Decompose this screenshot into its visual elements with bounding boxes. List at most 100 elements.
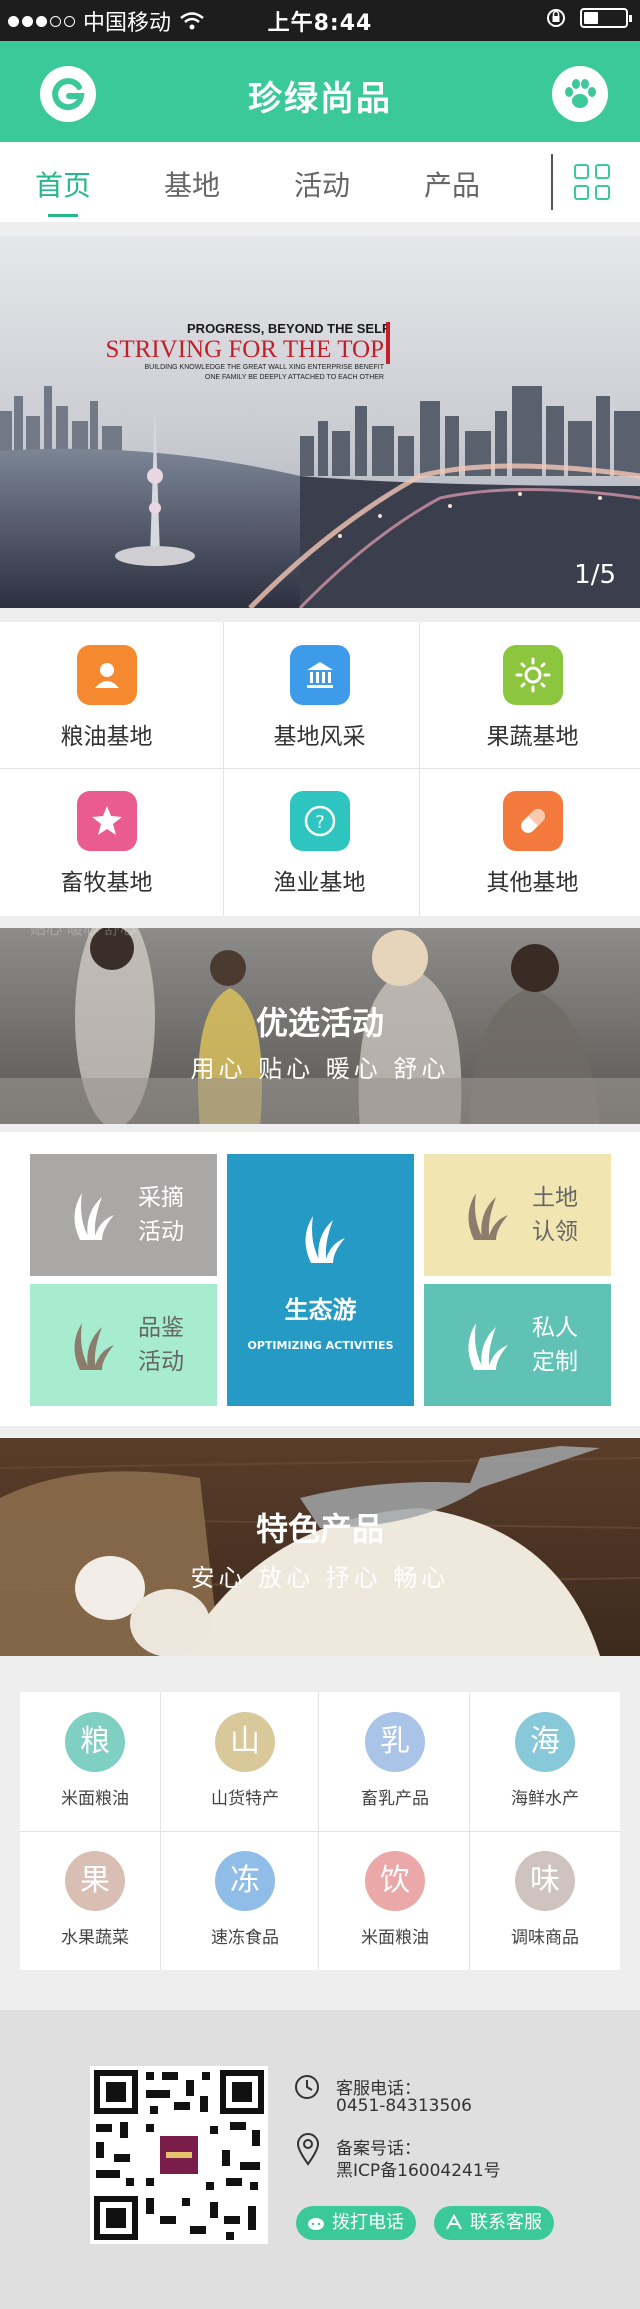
product-seafood[interactable]: 海海鲜水产 — [470, 1692, 620, 1831]
leaf-icon — [74, 1323, 114, 1370]
battery-icon — [580, 8, 632, 28]
paw-button[interactable] — [552, 66, 608, 122]
banner-line4: ONE FAMILY BE DEEPLY ATTACHED TO EACH OT… — [205, 374, 384, 381]
clock-icon — [295, 2075, 319, 2099]
service-button[interactable]: 联系客服 — [434, 2206, 554, 2240]
category-label: 渔业基地 — [273, 870, 366, 896]
qr-code-image — [90, 2066, 268, 2244]
phone-number: 0451-84313506 — [336, 2096, 472, 2116]
product-label: 畜乳产品 — [361, 1789, 429, 1809]
base-category-grid: 粮油基地 基地风采 果蔬基地 畜牧基地 ? 渔业基地 其他基地 — [0, 622, 640, 916]
product-icon: 海 — [515, 1712, 575, 1772]
location-pin-icon — [296, 2133, 320, 2166]
product-label: 调味商品 — [511, 1928, 579, 1948]
product-seasoning[interactable]: 味调味商品 — [470, 1831, 620, 1970]
grid-divider — [0, 768, 640, 769]
activities-subtitle: 用心 贴心 暖心 舒心 — [190, 1055, 450, 1083]
grid-divider — [223, 622, 224, 916]
activity-label-line1: 生态游 — [284, 1296, 357, 1324]
activity-label-line1: 私人 — [532, 1315, 578, 1341]
tab-divider — [551, 154, 553, 210]
product-label: 速冻食品 — [211, 1928, 279, 1948]
grid-divider — [20, 1831, 620, 1832]
category-other[interactable]: 其他基地 — [426, 768, 639, 914]
activity-label-line2: 认领 — [532, 1219, 578, 1245]
category-label: 果蔬基地 — [486, 724, 579, 750]
phone-icon — [308, 2218, 324, 2230]
leaf-icon — [74, 1193, 114, 1240]
products-banner[interactable]: 特色产品 安心 放心 抒心 畅心 — [0, 1438, 640, 1656]
product-label: 海鲜水产 — [511, 1789, 579, 1809]
call-button[interactable]: 拨打电话 — [296, 2206, 416, 2240]
product-category-grid: 粮米面粮油 山山货特产 乳畜乳产品 海海鲜水产 果水果蔬菜 冻速冻食品 饮米面粮… — [20, 1692, 620, 1970]
activity-custom[interactable]: 私人 定制 — [424, 1284, 611, 1406]
activity-label-line2: 定制 — [532, 1349, 578, 1375]
category-base-style[interactable]: 基地风采 — [213, 622, 426, 768]
faint-text: 贴心 暖心 舒心 — [30, 928, 136, 938]
activity-eco-tour[interactable]: 生态游 OPTIMIZING ACTIVITIES — [227, 1154, 414, 1406]
grid-menu-icon[interactable] — [574, 164, 612, 202]
pill-icon — [502, 791, 563, 851]
product-icon: 乳 — [365, 1712, 425, 1772]
activity-label-line1: 采摘 — [138, 1185, 184, 1211]
product-label: 米面粮油 — [361, 1928, 429, 1948]
call-button-label: 拨打电话 — [332, 2212, 404, 2233]
product-dairy[interactable]: 乳畜乳产品 — [320, 1692, 470, 1831]
product-frozen[interactable]: 冻速冻食品 — [170, 1831, 320, 1970]
product-mountain[interactable]: 山山货特产 — [170, 1692, 320, 1831]
product-icon: 味 — [515, 1851, 575, 1911]
activity-land-claim[interactable]: 土地 认领 — [424, 1154, 611, 1276]
category-label: 粮油基地 — [60, 724, 153, 750]
tab-base[interactable]: 基地 — [164, 164, 220, 204]
tab-home[interactable]: 首页 — [35, 164, 91, 204]
category-label: 其他基地 — [486, 870, 579, 896]
grid-divider — [419, 622, 420, 916]
banner-line3: BUILDING KNOWLEDGE THE GREAT WALL XING E… — [145, 364, 385, 371]
activities-banner[interactable]: 贴心 暖心 舒心 优选活动 用心 贴心 暖心 舒心 — [0, 928, 640, 1124]
activity-picking[interactable]: 采摘 活动 — [30, 1154, 217, 1276]
category-livestock[interactable]: 畜牧基地 — [0, 768, 213, 914]
product-grain[interactable]: 粮米面粮油 — [20, 1692, 170, 1831]
rotation-lock-icon — [547, 9, 565, 27]
product-icon: 山 — [215, 1712, 275, 1772]
product-drink[interactable]: 饮米面粮油 — [320, 1831, 470, 1970]
app-header: 珍绿尚品 — [0, 41, 640, 142]
activity-label-line2: OPTIMIZING ACTIVITIES — [247, 1339, 394, 1352]
star-icon — [76, 791, 137, 851]
product-icon: 粮 — [65, 1712, 125, 1772]
product-label: 水果蔬菜 — [61, 1928, 129, 1948]
service-button-label: 联系客服 — [470, 2212, 542, 2233]
banner-line1: PROGRESS, BEYOND THE SELF — [187, 321, 390, 336]
question-icon: ? — [289, 791, 350, 851]
status-bar: 中国移动 上午8:44 — [0, 0, 640, 41]
footer: 客服电话： 0451-84313506 备案号话： 黑ICP备16004241号… — [0, 2010, 640, 2309]
product-fruit[interactable]: 果水果蔬菜 — [20, 1831, 170, 1970]
banner-line2: STRIVING FOR THE TOP — [105, 336, 384, 363]
product-label: 山货特产 — [211, 1789, 279, 1809]
headset-icon — [446, 2213, 462, 2230]
bank-icon — [289, 645, 350, 705]
leaf-icon — [468, 1323, 508, 1370]
category-label: 畜牧基地 — [60, 870, 153, 896]
status-time: 上午8:44 — [267, 11, 373, 36]
category-fruit-veg[interactable]: 果蔬基地 — [426, 622, 639, 768]
svg-text:?: ? — [315, 812, 325, 833]
product-icon: 饮 — [365, 1851, 425, 1911]
product-icon: 果 — [65, 1851, 125, 1911]
active-tab-indicator — [48, 214, 78, 217]
app-title: 珍绿尚品 — [248, 79, 392, 119]
category-fishery[interactable]: ? 渔业基地 — [213, 768, 426, 914]
activities-grid: 采摘 活动 生态游 OPTIMIZING ACTIVITIES 土地 认领 品鉴 活动… — [0, 1132, 640, 1426]
nav-tabs: 首页 基地 活动 产品 — [0, 142, 640, 222]
tab-activity[interactable]: 活动 — [294, 164, 350, 204]
paw-icon — [565, 79, 596, 108]
activity-tasting[interactable]: 品鉴 活动 — [30, 1284, 217, 1406]
banner-pager: 1/5 — [574, 560, 616, 590]
activity-label-line2: 活动 — [138, 1349, 184, 1375]
category-grain-oil[interactable]: 粮油基地 — [0, 622, 213, 768]
tab-product[interactable]: 产品 — [424, 164, 480, 204]
products-title: 特色产品 — [255, 1510, 384, 1548]
hero-banner[interactable]: PROGRESS, BEYOND THE SELF STRIVING FOR T… — [0, 236, 640, 608]
leaf-icon — [468, 1193, 508, 1240]
person-icon — [76, 645, 137, 705]
